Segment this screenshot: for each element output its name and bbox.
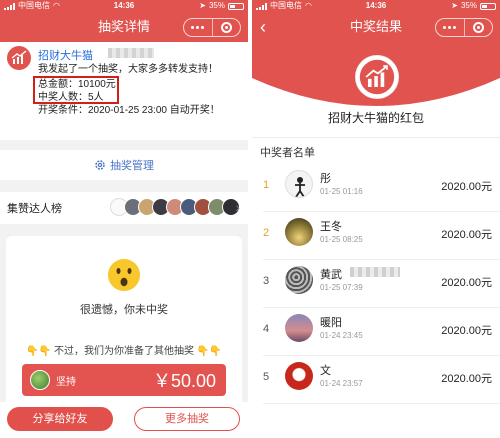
location-icon: ➤ [451, 1, 458, 10]
winner-row[interactable]: 1 彤 01-25 01:16 2020.00元 [252, 164, 500, 212]
manage-label: 抽奖管理 [110, 160, 154, 172]
winner-name: 彤 [320, 173, 331, 185]
winner-amount: 2020.00元 [441, 325, 492, 337]
winner-amount: 2020.00元 [441, 373, 492, 385]
sponsor-logo [356, 56, 398, 98]
coupon-amount: ￥50.00 [152, 371, 216, 391]
battery-status: ➤ 35% [199, 0, 244, 12]
highlight-box [33, 76, 119, 104]
winner-name: 暖阳 [320, 317, 342, 329]
avatar [285, 266, 313, 294]
draw-condition: 开奖条件：2020-01-25 23:00 自动开奖！ [38, 105, 220, 116]
top-bar: 中国电信 ◠ 14:36 ➤ 35% 抽奖详情 [0, 0, 248, 42]
winner-list-header: 中奖者名单 [260, 147, 315, 159]
chart-logo-icon [359, 59, 395, 95]
leaderboard-avatars [110, 198, 240, 216]
close-icon [220, 22, 232, 33]
lottery-info-card: 招财大牛猫 我发起了一个抽奖，大家多多转发支持！ 总金额：10100元 中奖人数… [0, 42, 248, 140]
close-button[interactable] [213, 19, 241, 36]
redacted-text [108, 48, 154, 58]
lottery-manage-button[interactable]: 抽奖管理 [0, 150, 248, 180]
avatar [30, 370, 50, 390]
more-menu-button[interactable] [184, 19, 213, 36]
avatar [285, 362, 313, 390]
winner-time: 01-24 23:57 [320, 379, 363, 388]
redacted-text [350, 267, 400, 277]
close-button[interactable] [465, 19, 493, 36]
avatar [285, 170, 313, 198]
winner-rank: 3 [263, 275, 270, 287]
winner-time: 01-25 01:16 [320, 187, 363, 196]
other-hint-text: 不过，我们为你准备了其他抽奖 [54, 346, 194, 357]
winner-name: 黄武 [320, 269, 342, 281]
avatar [285, 218, 313, 246]
no-win-message: 很遗憾，你未中奖 [80, 304, 168, 316]
battery-percent: 35% [208, 1, 225, 10]
lottery-detail-screen: 中国电信 ◠ 14:36 ➤ 35% 抽奖详情 招财大牛猫 我发起了一个抽奖，大… [0, 0, 248, 438]
mini-program-capsule [435, 18, 493, 37]
more-lotteries-button[interactable]: 更多抽奖 [134, 407, 240, 431]
surprised-face-icon [108, 259, 140, 291]
winner-rank: 4 [263, 323, 270, 335]
recommended-lottery-card[interactable]: 坚持 ￥50.00 [22, 364, 226, 396]
battery-percent: 35% [460, 1, 477, 10]
battery-icon [480, 2, 496, 10]
winner-row[interactable]: 5 文 01-24 23:57 2020.00元 [252, 356, 500, 404]
chevron-right-icon: › [235, 199, 240, 215]
top-bar: 中国电信 ◠ 14:36 ➤ 35% ‹ 中奖结果 [252, 0, 500, 42]
close-icon [472, 22, 484, 33]
winner-amount: 2020.00元 [441, 181, 492, 193]
divider [252, 137, 500, 138]
winning-results-screen: 中国电信 ◠ 14:36 ➤ 35% ‹ 中奖结果 招财大牛猫的红包 中奖者名单… [252, 0, 500, 438]
winner-row[interactable]: 4 暖阳 01-24 23:45 2020.00元 [252, 308, 500, 356]
sponsor-logo [7, 46, 31, 70]
gear-icon [95, 160, 105, 170]
location-icon: ➤ [199, 1, 206, 10]
winner-rank: 1 [263, 179, 270, 191]
leaderboard-label: 集赞达人榜 [7, 203, 62, 215]
winner-name: 王冬 [320, 221, 342, 233]
red-packet-title: 招财大牛猫的红包 [327, 111, 424, 125]
winner-time: 01-25 08:25 [320, 235, 363, 244]
winner-name: 文 [320, 365, 331, 377]
row-divider [263, 403, 500, 404]
winner-time: 01-25 07:39 [320, 283, 363, 292]
result-panel: 很遗憾，你未中奖 👇👇 不过，我们为你准备了其他抽奖 👇👇 坚持 ￥50.00 [6, 236, 242, 406]
winner-amount: 2020.00元 [441, 229, 492, 241]
pointing-hands-icon: 👇👇 [196, 346, 222, 357]
bottom-action-bar: 分享给好友 更多抽奖 [0, 402, 248, 438]
winner-rank: 5 [263, 371, 270, 383]
likes-leaderboard[interactable]: 集赞达人榜 › [0, 192, 248, 224]
battery-status: ➤ 35% [451, 0, 496, 12]
other-lottery-hint: 👇👇 不过，我们为你准备了其他抽奖 👇👇 [6, 342, 242, 357]
coupon-label: 坚持 [56, 377, 76, 388]
avatar [285, 314, 313, 342]
share-button[interactable]: 分享给好友 [7, 407, 113, 431]
winner-rank: 2 [263, 227, 270, 239]
battery-icon [228, 2, 244, 10]
winner-row[interactable]: 3 黄武 01-25 07:39 2020.00元 [252, 260, 500, 308]
status-bar: 中国电信 ◠ 14:36 ➤ 35% [252, 0, 500, 12]
sponsor-name[interactable]: 招财大牛猫 [38, 47, 93, 63]
mini-program-capsule [183, 18, 241, 37]
nav-bar: 抽奖详情 [0, 12, 248, 42]
winner-row[interactable]: 2 王冬 01-25 08:25 2020.00元 [252, 212, 500, 260]
winner-time: 01-24 23:45 [320, 331, 363, 340]
more-menu-button[interactable] [436, 19, 465, 36]
lottery-message: 我发起了一个抽奖，大家多多转发支持！ [38, 64, 218, 75]
winner-amount: 2020.00元 [441, 277, 492, 289]
nav-bar: ‹ 中奖结果 [252, 12, 500, 42]
pointing-hands-icon: 👇👇 [26, 346, 52, 357]
status-bar: 中国电信 ◠ 14:36 ➤ 35% [0, 0, 248, 12]
